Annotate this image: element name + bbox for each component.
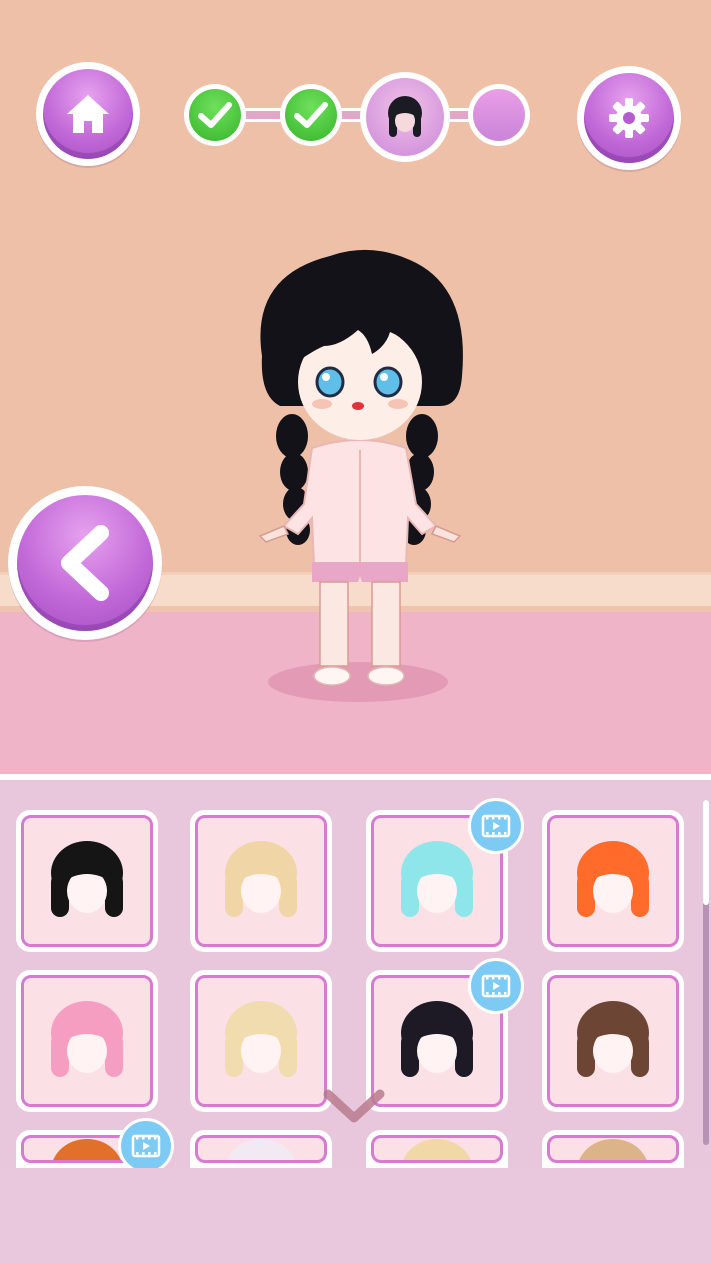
- video-ad-icon: [481, 974, 511, 998]
- hair-swatch: [579, 1139, 647, 1160]
- hair-swatch: [577, 1001, 649, 1077]
- progress-step-1: [184, 84, 246, 146]
- hair-swatch: [225, 1001, 297, 1077]
- progress-track: [210, 108, 500, 122]
- video-ad-badge: [468, 958, 524, 1014]
- hair-option-preview: [195, 815, 327, 947]
- home-icon: [67, 95, 109, 133]
- hair-swatch: [401, 1001, 473, 1077]
- hair-swatch: [51, 1001, 123, 1077]
- hair-option-preview: [195, 975, 327, 1107]
- hair-option-preview: [547, 815, 679, 947]
- hair-swatch: [227, 1139, 295, 1160]
- hair-option-preview: [21, 975, 153, 1107]
- hair-icon: [388, 96, 422, 137]
- hair-option[interactable]: [190, 970, 332, 1112]
- hair-swatch: [577, 841, 649, 917]
- doll-character: [258, 249, 463, 686]
- back-button[interactable]: [8, 486, 162, 640]
- hair-option-preview: [21, 815, 153, 947]
- hair-option[interactable]: [366, 1130, 508, 1168]
- hair-option-preview: [547, 975, 679, 1107]
- hair-option-preview: [371, 1135, 503, 1163]
- chevron-left-icon: [61, 525, 109, 601]
- panel-footer: [0, 1168, 711, 1264]
- hair-grid-scrollbar[interactable]: [703, 800, 709, 1145]
- hair-swatch: [225, 841, 297, 917]
- hair-option[interactable]: [542, 810, 684, 952]
- hair-option[interactable]: [190, 810, 332, 952]
- hair-option[interactable]: [542, 970, 684, 1112]
- hair-option-preview: [547, 1135, 679, 1163]
- chevron-down-icon[interactable]: [322, 1088, 386, 1128]
- hair-swatch: [51, 841, 123, 917]
- check-icon: [294, 102, 328, 128]
- hair-swatch: [401, 841, 473, 917]
- hair-option[interactable]: [542, 1130, 684, 1168]
- hair-option[interactable]: [16, 970, 158, 1112]
- settings-button[interactable]: [577, 66, 681, 170]
- hair-swatch: [403, 1139, 471, 1160]
- video-ad-icon: [131, 1134, 161, 1158]
- progress-step-4: [468, 84, 530, 146]
- hair-option[interactable]: [190, 1130, 332, 1168]
- video-ad-icon: [481, 814, 511, 838]
- video-ad-badge: [468, 798, 524, 854]
- scrollbar-thumb[interactable]: [703, 800, 709, 905]
- video-ad-badge: [118, 1118, 174, 1174]
- hair-option-preview: [195, 1135, 327, 1163]
- home-button[interactable]: [36, 62, 140, 166]
- hair-option[interactable]: [16, 810, 158, 952]
- progress-step-3: [360, 72, 450, 162]
- gear-icon: [609, 98, 649, 138]
- check-icon: [198, 102, 232, 128]
- progress-step-2: [280, 84, 342, 146]
